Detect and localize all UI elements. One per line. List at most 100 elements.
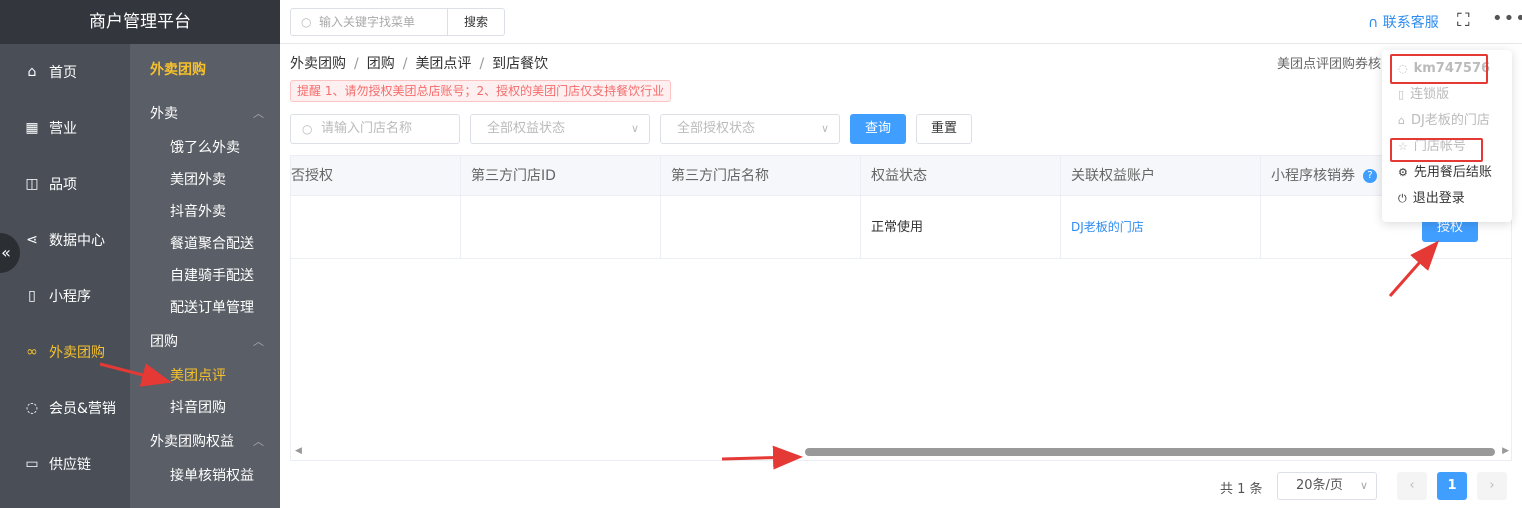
dropdown-item[interactable]: ⌂ DJ老板的门店 — [1398, 111, 1490, 131]
bicycle-icon: ∞ — [26, 344, 38, 360]
store-name-placeholder: 请输入门店名称 — [321, 121, 413, 136]
cell-authorized — [291, 196, 461, 259]
cell-rights-account-link[interactable]: DJ老板的门店 — [1061, 196, 1261, 259]
subnav-group-label: 团购 — [150, 334, 178, 350]
subnav-item[interactable]: 接单核销权益 — [130, 460, 280, 492]
page-size-value: 20条/页 — [1296, 478, 1343, 493]
top-bar: ○ 输入关键字找菜单 搜索 ∩ 联系客服 ⛶ ••• — [280, 0, 1522, 44]
column-header: 权益状态 — [861, 156, 1061, 196]
menu-search-placeholder: 输入关键字找菜单 — [319, 15, 416, 29]
column-header: 第三方门店ID — [461, 156, 661, 196]
subnav-item[interactable]: 配送订单管理 — [130, 292, 280, 324]
nav-item[interactable]: ◫ 品项 — [0, 156, 130, 212]
chevron-down-icon: ∨ — [1359, 479, 1368, 492]
dropdown-item[interactable]: ▯ 连锁版 — [1398, 85, 1449, 105]
power-icon: ⏻ — [1398, 192, 1407, 205]
subnav-item[interactable]: 美团点评 — [130, 360, 280, 392]
search-icon: ○ — [302, 122, 313, 136]
share-icon: ⋖ — [26, 232, 38, 248]
sub-sidebar: 外卖团购 外卖 ︿ 饿了么外卖 美团外卖 抖音外卖 餐道聚合配送 自建骑手配送 配送订单管理团… — [130, 44, 280, 508]
nav-item-label: 供应链 — [49, 457, 91, 473]
column-header-label: 小程序核销券 — [1271, 168, 1355, 184]
nav-item[interactable]: ▦ 营业 — [0, 100, 130, 156]
contact-service-link[interactable]: ∩ 联系客服 — [1368, 12, 1439, 32]
rights-status-value: 全部权益状态 — [487, 121, 566, 136]
rights-status-select[interactable]: 全部权益状态 ∨ — [470, 114, 650, 144]
subnav-group[interactable]: 外卖团购权益 ︿ — [130, 424, 280, 460]
help-icon[interactable]: ? — [1363, 169, 1377, 183]
search-icon: ○ — [301, 15, 312, 29]
nav-item-label: 首页 — [49, 65, 77, 81]
nav-item-label: 外卖团购 — [49, 345, 105, 361]
chevron-up-icon: ︿ — [253, 435, 264, 448]
menu-search-button[interactable]: 搜索 — [447, 8, 505, 36]
nav-item-label: 会员&营销 — [49, 401, 116, 417]
chevron-up-icon: ︿ — [253, 107, 264, 120]
contact-service-label: 联系客服 — [1382, 15, 1439, 31]
breadcrumb-item[interactable]: 外卖团购 — [290, 56, 346, 72]
column-header: 否授权 — [291, 156, 461, 196]
nav-item[interactable]: ◌ 会员&营销 — [0, 380, 130, 436]
phone-icon: ▯ — [28, 288, 36, 304]
user-icon: ◌ — [25, 400, 39, 416]
cell-rights-status: 正常使用 — [861, 196, 1061, 259]
nav-item[interactable]: ⋖ 数据中心 — [0, 212, 130, 268]
store-name-input[interactable]: ○ 请输入门店名称 — [290, 114, 460, 144]
nav-item-label: 营业 — [49, 121, 77, 137]
menu-search-input[interactable]: ○ 输入关键字找菜单 — [290, 8, 448, 36]
breadcrumb-item[interactable]: 美团点评 — [415, 56, 471, 72]
reset-button[interactable]: 重置 — [916, 114, 972, 144]
home-icon: ⌂ — [1398, 114, 1405, 127]
page-top-right-text[interactable]: 美团点评团购券核 — [1277, 53, 1381, 72]
subnav-group-label: 外卖团购权益 — [150, 434, 234, 450]
pager-total: 共 1 条 — [1220, 482, 1263, 497]
subnav-item[interactable]: 抖音外卖 — [130, 196, 280, 228]
subnav-group[interactable]: 外卖 ︿ — [130, 96, 280, 132]
highlight-box-store-account — [1390, 138, 1483, 162]
subnav-title[interactable]: 外卖团购 — [130, 44, 280, 96]
scroll-left-icon[interactable]: ◀ — [295, 446, 302, 456]
subnav-item[interactable]: 自建骑手配送 — [130, 260, 280, 292]
subnav-item[interactable]: 抖音团购 — [130, 392, 280, 424]
nav-item-label: 小程序 — [49, 289, 91, 305]
table-row: 正常使用 DJ老板的门店 授权 — [291, 196, 1511, 259]
page-number-current[interactable]: 1 — [1437, 472, 1467, 500]
page-size-select[interactable]: 20条/页 ∨ — [1277, 472, 1377, 500]
breadcrumb-separator: / — [354, 56, 359, 72]
nav-item[interactable]: ⌂ 首页 — [0, 44, 130, 100]
dropdown-item[interactable]: ⚙ 先用餐后结账 — [1398, 163, 1492, 183]
next-page-button[interactable]: › — [1477, 472, 1507, 500]
brand-title: 商户管理平台 — [0, 0, 280, 44]
nav-item[interactable]: ▭ 供应链 — [0, 436, 130, 492]
subnav-item[interactable]: 饿了么外卖 — [130, 132, 280, 164]
horizontal-scrollbar[interactable]: ◀ ▶ — [291, 444, 1511, 460]
column-header: 关联权益账户 — [1061, 156, 1261, 196]
chevron-up-icon: ︿ — [253, 335, 264, 348]
subnav-group[interactable]: 团购 ︿ — [130, 324, 280, 360]
auth-status-select[interactable]: 全部授权状态 ∨ — [660, 114, 840, 144]
more-menu-icon[interactable]: ••• — [1492, 8, 1522, 29]
subnav-item[interactable]: 餐道聚合配送 — [130, 228, 280, 260]
breadcrumb-current: 到店餐饮 — [492, 56, 549, 72]
subnav-item[interactable]: 美团外卖 — [130, 164, 280, 196]
dropdown-item-label: 先用餐后结账 — [1413, 165, 1492, 180]
nav-item[interactable]: ▯ 小程序 — [0, 268, 130, 324]
query-button[interactable]: 查询 — [850, 114, 906, 144]
chevron-down-icon: ∨ — [630, 122, 639, 135]
fullscreen-icon[interactable]: ⛶ — [1457, 10, 1470, 31]
nav-item[interactable]: ∞ 外卖团购 — [0, 324, 130, 380]
headset-icon: ∩ — [1368, 15, 1379, 31]
main-nav: ⌂ 首页 ▦ 营业 ◫ 品项 ⋖ 数据中心 ▯ 小程序 ∞ 外卖团购 ◌ 会员&营销 ▭ 供应链 — [0, 44, 130, 492]
prev-page-button[interactable]: ‹ — [1397, 472, 1427, 500]
chevron-down-icon: ∨ — [820, 122, 829, 135]
dropdown-item[interactable]: ⏻ 退出登录 — [1398, 189, 1465, 209]
scrollbar-thumb[interactable] — [805, 448, 1495, 456]
scroll-right-icon[interactable]: ▶ — [1502, 446, 1509, 456]
store-table: 否授权 第三方门店ID 第三方门店名称 权益状态 关联权益账户 小程序核销券? … — [290, 155, 1512, 461]
breadcrumb-item[interactable]: 团购 — [367, 56, 395, 72]
bookmark-icon: ▯ — [1398, 88, 1405, 101]
column-header: 第三方门店名称 — [661, 156, 861, 196]
home-icon: ⌂ — [27, 64, 37, 80]
main-content: 外卖团购 / 团购 / 美团点评 / 到店餐饮 美团点评团购券核 提醒 1、请勿授权美团总店… — [280, 44, 1522, 508]
dropdown-item-label: 连锁版 — [1410, 87, 1450, 102]
